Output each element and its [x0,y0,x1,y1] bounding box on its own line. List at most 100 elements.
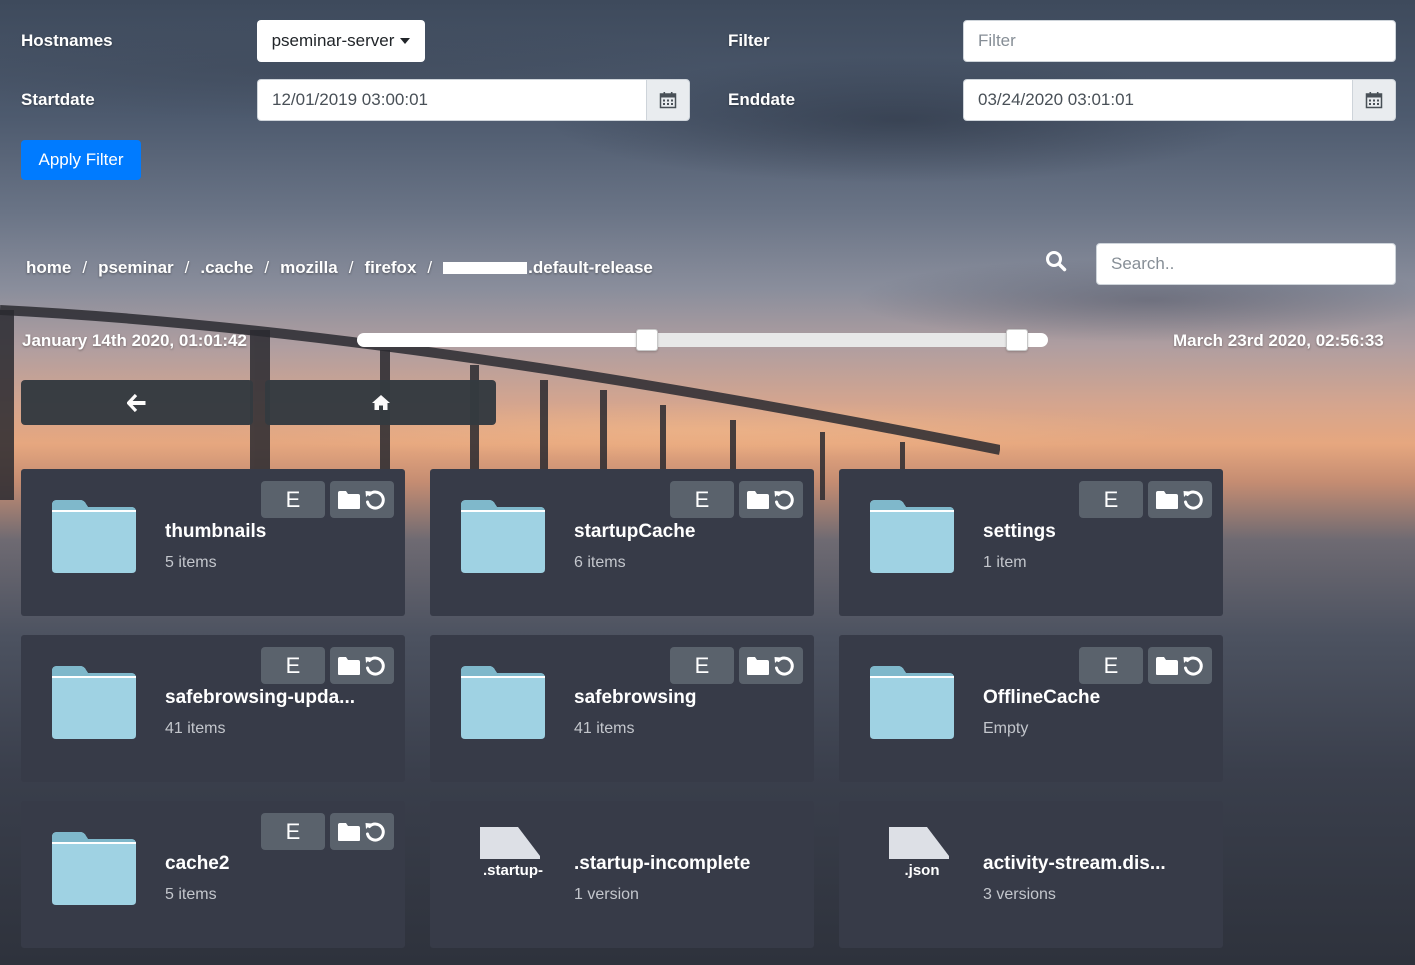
breadcrumb-separator: / [348,258,354,277]
redacted-block [443,262,528,274]
history-icon [1183,490,1203,509]
entry-meta: 5 items [165,886,217,903]
folder-history-button[interactable] [1148,481,1212,518]
hostname-dropdown[interactable]: pseminar-server [257,20,425,62]
enddate-input[interactable]: 03/24/2020 03:01:01 [963,79,1352,121]
timeline-slider[interactable] [357,329,1048,351]
entry-name[interactable]: thumbnails [165,521,266,543]
folder-icon [459,663,547,746]
entry-name[interactable]: settings [983,521,1056,543]
startdate-calendar-button[interactable] [646,79,690,121]
folder-icon [50,829,138,912]
breadcrumb-item-firefox[interactable]: firefox [364,258,416,278]
chevron-down-icon [400,38,411,44]
file-type-label: .json [904,862,940,879]
folder-icon [50,663,138,746]
folder-icon [459,497,547,580]
filter-input[interactable]: Filter [963,20,1396,62]
startdate-group: 12/01/2019 03:00:01 [257,79,690,121]
entry-name[interactable]: startupCache [574,521,695,543]
folder-icon [50,497,138,580]
folder-icon [868,497,956,580]
breadcrumb-item-home[interactable]: home [26,258,71,278]
edit-button[interactable]: E [1079,647,1143,684]
history-icon [365,656,385,675]
hostnames-label: Hostnames [21,31,113,50]
search-input[interactable]: Search.. [1096,243,1396,285]
home-button[interactable] [265,380,496,425]
folder-icon [747,656,769,675]
entry-meta: 3 versions [983,886,1056,903]
breadcrumb-item-current[interactable]: .default-release [528,258,653,278]
folder-history-button[interactable] [739,647,803,684]
breadcrumb-item-mozilla[interactable]: mozilla [280,258,338,278]
history-icon [365,822,385,841]
arrow-left-icon [127,393,146,412]
folder-icon [747,490,769,509]
history-icon [1183,656,1203,675]
entry-meta: Empty [983,720,1029,737]
file-card[interactable]: .startup- .startup-incomplete 1 version [430,801,814,948]
enddate-calendar-button[interactable] [1352,79,1396,121]
breadcrumb-item-cache[interactable]: .cache [200,258,253,278]
folder-card[interactable]: Esettings 1 item [839,469,1223,616]
history-icon [774,490,794,509]
calendar-icon [659,92,677,109]
file-card[interactable]: .json activity-stream.dis... 3 versions [839,801,1223,948]
folder-icon [338,656,360,675]
entry-meta: 1 item [983,554,1027,571]
edit-button[interactable]: E [261,481,325,518]
edit-button[interactable]: E [670,647,734,684]
entry-name[interactable]: activity-stream.dis... [983,853,1166,875]
startdate-label: Startdate [21,90,95,109]
breadcrumb-item-pseminar[interactable]: pseminar [98,258,174,278]
folder-icon [1156,656,1178,675]
entry-name[interactable]: safebrowsing-upda... [165,687,355,709]
entry-meta: 5 items [165,554,217,571]
folder-card[interactable]: EstartupCache 6 items [430,469,814,616]
entry-meta: 41 items [574,720,635,737]
folder-history-button[interactable] [330,647,394,684]
timeline-handle-end[interactable] [1005,329,1028,351]
calendar-icon [1365,92,1383,109]
breadcrumb-separator: / [427,258,433,277]
history-icon [365,490,385,509]
hostname-value: pseminar-server [271,31,395,50]
edit-button[interactable]: E [670,481,734,518]
timeline-start-label: January 14th 2020, 01:01:42 [22,331,247,350]
folder-card[interactable]: Esafebrowsing-upda... 41 items [21,635,405,782]
folder-icon [1156,490,1178,509]
search-icon[interactable] [1045,250,1067,272]
folder-icon [338,822,360,841]
folder-icon [338,490,360,509]
back-button[interactable] [21,380,253,425]
folder-card[interactable]: Ethumbnails 5 items [21,469,405,616]
enddate-group: 03/24/2020 03:01:01 [963,79,1396,121]
folder-history-button[interactable] [739,481,803,518]
entry-name[interactable]: .startup-incomplete [574,853,750,875]
file-icon [470,826,540,865]
entry-name[interactable]: safebrowsing [574,687,696,709]
entry-name[interactable]: OfflineCache [983,687,1100,709]
timeline-handle-start[interactable] [636,329,659,351]
folder-card[interactable]: E OfflineCache Empty [839,635,1223,782]
entry-name[interactable]: cache2 [165,853,229,875]
folder-history-button[interactable] [330,481,394,518]
timeline-slider-range [647,333,1017,347]
folder-card[interactable]: Esafebrowsing 41 items [430,635,814,782]
edit-button[interactable]: E [261,647,325,684]
enddate-label: Enddate [728,90,796,109]
apply-filter-button[interactable]: Apply Filter [21,140,141,180]
folder-card[interactable]: Ecache2 5 items [21,801,405,948]
edit-button[interactable]: E [261,813,325,850]
home-icon [371,395,390,410]
breadcrumb-separator: / [184,258,190,277]
folder-history-button[interactable] [330,813,394,850]
folder-icon [868,663,956,746]
entry-meta: 1 version [574,886,639,903]
file-type-label: .startup- [483,862,543,879]
edit-button[interactable]: E [1079,481,1143,518]
timeline-end-label: March 23rd 2020, 02:56:33 [1173,331,1384,350]
startdate-input[interactable]: 12/01/2019 03:00:01 [257,79,646,121]
folder-history-button[interactable] [1148,647,1212,684]
